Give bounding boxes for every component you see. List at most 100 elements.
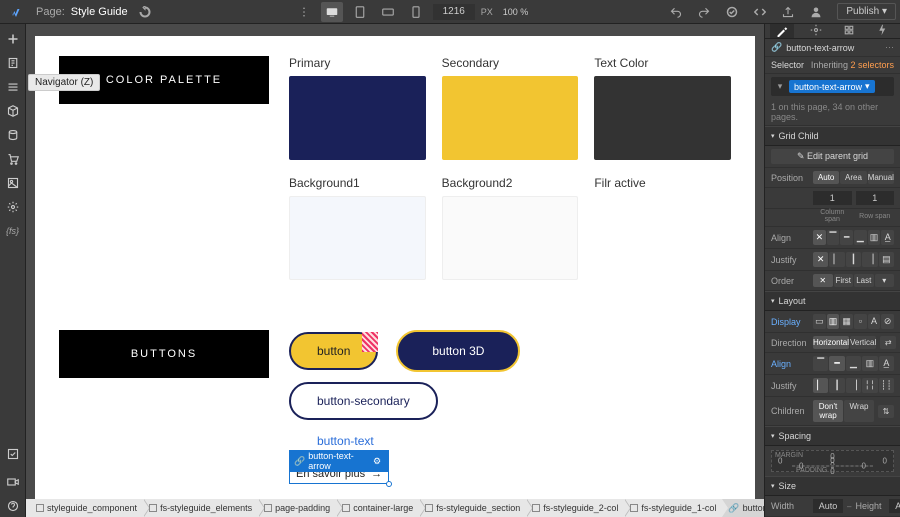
reverse-icon[interactable]: ⇄ bbox=[880, 336, 896, 349]
settings-tab-icon[interactable] bbox=[804, 24, 828, 38]
crumb-fs-styleguide-section[interactable]: fs-styleguide_section bbox=[419, 499, 526, 517]
spacing-editor[interactable]: MARGIN 0 0 0 0 PADDING 0 0 0 0 bbox=[771, 450, 894, 472]
more-icon[interactable]: ⋯ bbox=[885, 42, 894, 53]
crumb-styleguide-component[interactable]: styleguide_component bbox=[30, 499, 143, 517]
add-element-icon[interactable] bbox=[2, 28, 24, 50]
help-icon[interactable] bbox=[2, 495, 24, 517]
user-icon[interactable] bbox=[805, 2, 827, 22]
style-manager-tab-icon[interactable] bbox=[837, 24, 861, 38]
row-span-input[interactable] bbox=[856, 191, 895, 205]
button-3d[interactable]: button 3D bbox=[396, 330, 520, 372]
redo-icon[interactable] bbox=[693, 2, 715, 22]
check-icon[interactable] bbox=[721, 2, 743, 22]
export-icon[interactable] bbox=[777, 2, 799, 22]
reload-icon[interactable] bbox=[134, 2, 156, 22]
flex-align-center-icon[interactable]: ━ bbox=[829, 356, 844, 371]
chevron-down-icon[interactable]: ▾ bbox=[774, 81, 786, 92]
pages-icon[interactable] bbox=[2, 52, 24, 74]
flex-align-stretch-icon[interactable]: ▥ bbox=[862, 356, 877, 371]
page-canvas[interactable]: COLOR PALETTE Primary Secondary Text Col… bbox=[35, 36, 755, 499]
wrap[interactable]: Wrap bbox=[844, 400, 874, 422]
resize-handle[interactable] bbox=[386, 481, 392, 487]
class-token[interactable]: button-text-arrow▾ bbox=[789, 80, 875, 93]
flex-justify-end-icon[interactable]: ▕ bbox=[846, 378, 861, 393]
finsweet-icon[interactable]: {fs} bbox=[2, 220, 24, 242]
zoom-value[interactable]: 100 % bbox=[503, 7, 529, 17]
video-icon[interactable] bbox=[2, 471, 24, 493]
canvas-width-input[interactable] bbox=[433, 4, 475, 20]
flex-justify-start-icon[interactable]: ▏ bbox=[813, 378, 828, 393]
button-secondary[interactable]: button-secondary bbox=[289, 382, 438, 420]
cms-icon[interactable] bbox=[2, 124, 24, 146]
align-center-icon[interactable]: ━ bbox=[840, 230, 853, 245]
justify-end-icon[interactable]: ▕ bbox=[862, 252, 877, 267]
flex-align-end-icon[interactable]: ▁ bbox=[846, 356, 861, 371]
wrap-reverse-icon[interactable]: ⇅ bbox=[878, 405, 894, 418]
flex-align-baseline-icon[interactable]: A̲ bbox=[879, 356, 894, 371]
position-area[interactable]: Area bbox=[840, 171, 866, 184]
justify-start-icon[interactable]: ▏ bbox=[829, 252, 844, 267]
edit-parent-grid-button[interactable]: ✎ Edit parent grid bbox=[771, 149, 894, 164]
justify-center-icon[interactable]: ┃ bbox=[846, 252, 861, 267]
components-icon[interactable] bbox=[2, 100, 24, 122]
selector-input[interactable]: ▾ button-text-arrow▾ bbox=[771, 77, 894, 96]
align-end-icon[interactable]: ▁ bbox=[854, 230, 867, 245]
flex-justify-center-icon[interactable]: ┃ bbox=[829, 378, 844, 393]
crumb-button-text-arrow[interactable]: 🔗button-text-arrow bbox=[722, 499, 764, 517]
desktop-breakpoint-icon[interactable] bbox=[321, 2, 343, 22]
display-none-icon[interactable]: ⊘ bbox=[881, 314, 894, 329]
button-primary[interactable]: button bbox=[289, 332, 378, 370]
order-more-icon[interactable]: ▾ bbox=[875, 274, 895, 287]
ecommerce-icon[interactable] bbox=[2, 148, 24, 170]
style-tab-icon[interactable] bbox=[770, 24, 794, 38]
display-inlineblock-icon[interactable]: ▫ bbox=[854, 314, 867, 329]
align-stretch-icon[interactable]: ▥ bbox=[868, 230, 881, 245]
flex-justify-between-icon[interactable]: ╎╎ bbox=[862, 378, 877, 393]
direction-vertical[interactable]: Vertical bbox=[850, 336, 876, 349]
nowrap[interactable]: Don't wrap bbox=[813, 400, 843, 422]
button-text[interactable]: button-text bbox=[309, 430, 382, 452]
width-input[interactable] bbox=[813, 499, 843, 513]
position-manual[interactable]: Manual bbox=[868, 171, 894, 184]
breakpoint-menu-icon[interactable] bbox=[293, 2, 315, 22]
settings-icon[interactable] bbox=[2, 196, 24, 218]
column-span-input[interactable] bbox=[813, 191, 852, 205]
audit-icon[interactable] bbox=[2, 443, 24, 465]
height-input[interactable] bbox=[889, 499, 900, 513]
navigator-icon[interactable] bbox=[2, 76, 24, 98]
undo-icon[interactable] bbox=[665, 2, 687, 22]
crumb-fs-styleguide-2col[interactable]: fs-styleguide_2-col bbox=[526, 499, 624, 517]
crumb-fs-styleguide-1col[interactable]: fs-styleguide_1-col bbox=[624, 499, 722, 517]
justify-stretch-icon[interactable]: ▤ bbox=[879, 252, 894, 267]
crumb-page-padding[interactable]: page-padding bbox=[258, 499, 336, 517]
chevron-down-icon[interactable]: ▾ bbox=[865, 81, 870, 92]
publish-button[interactable]: Publish ▾ bbox=[837, 3, 896, 20]
align-start-icon[interactable]: ▔ bbox=[827, 230, 840, 245]
align-baseline-icon[interactable]: A̲ bbox=[881, 230, 894, 245]
position-auto[interactable]: Auto bbox=[813, 171, 839, 184]
inheriting-link[interactable]: 2 selectors bbox=[850, 60, 894, 70]
order-reset[interactable]: ✕ bbox=[813, 274, 833, 287]
flex-align-start-icon[interactable]: ▔ bbox=[813, 356, 828, 371]
crumb-fs-styleguide-elements[interactable]: fs-styleguide_elements bbox=[143, 499, 258, 517]
display-grid-icon[interactable]: ▦ bbox=[840, 314, 853, 329]
direction-horizontal[interactable]: Horizontal bbox=[813, 336, 849, 349]
display-block-icon[interactable]: ▭ bbox=[813, 314, 826, 329]
mobile-landscape-icon[interactable] bbox=[377, 2, 399, 22]
selection-badge[interactable]: 🔗button-text-arrow⚙ bbox=[289, 450, 389, 472]
grid-child-header[interactable]: ▾Grid Child bbox=[765, 126, 900, 146]
align-reset[interactable]: ✕ bbox=[813, 230, 826, 245]
size-header[interactable]: ▾Size bbox=[765, 476, 900, 496]
gear-icon[interactable]: ⚙ bbox=[370, 455, 384, 468]
webflow-logo-icon[interactable] bbox=[4, 2, 26, 22]
justify-reset[interactable]: ✕ bbox=[813, 252, 828, 267]
layout-header[interactable]: ▾Layout bbox=[765, 291, 900, 311]
crumb-container-large[interactable]: container-large bbox=[336, 499, 419, 517]
order-first[interactable]: First bbox=[834, 274, 854, 287]
mobile-portrait-icon[interactable] bbox=[405, 2, 427, 22]
assets-icon[interactable] bbox=[2, 172, 24, 194]
code-icon[interactable] bbox=[749, 2, 771, 22]
tablet-breakpoint-icon[interactable] bbox=[349, 2, 371, 22]
spacing-header[interactable]: ▾Spacing bbox=[765, 426, 900, 446]
display-inline-icon[interactable]: A bbox=[868, 314, 881, 329]
